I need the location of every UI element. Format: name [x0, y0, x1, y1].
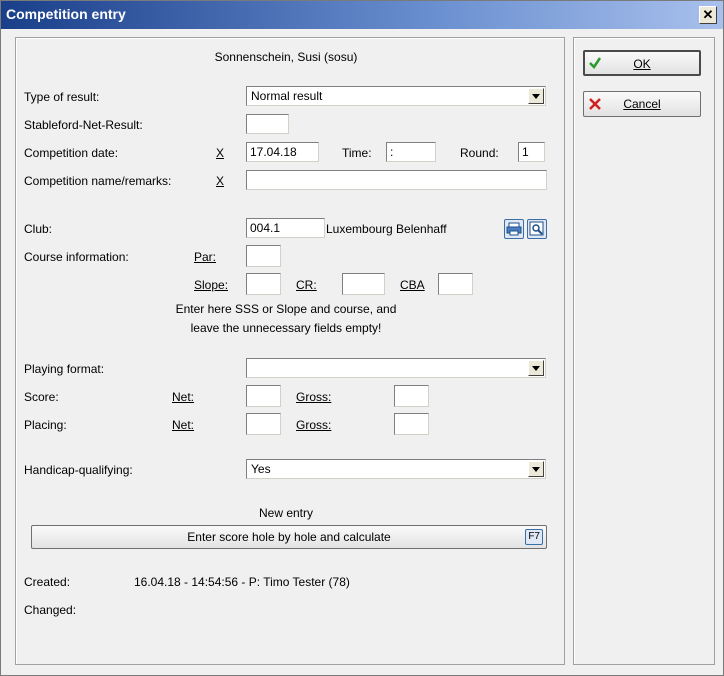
competition-date-marker[interactable]: X — [216, 146, 224, 160]
playing-format-select[interactable] — [246, 358, 546, 378]
stableford-label: Stableford-Net-Result: — [24, 118, 143, 132]
actions-panel: OK Cancel — [573, 37, 715, 665]
round-label: Round: — [460, 146, 499, 160]
printer-icon — [506, 222, 522, 236]
time-label: Time: — [342, 146, 372, 160]
cr-input[interactable] — [342, 273, 385, 295]
search-club-button[interactable] — [527, 219, 547, 239]
form-panel: Sonnenschein, Susi (sosu) Type of result… — [15, 37, 565, 665]
competition-name-label: Competition name/remarks: — [24, 174, 172, 188]
score-gross-input[interactable] — [394, 385, 429, 407]
competition-date-label: Competition date: — [24, 146, 119, 160]
cba-label: CBA — [400, 278, 425, 292]
close-icon: ✕ — [702, 7, 714, 22]
handicap-qualifying-value: Yes — [251, 462, 271, 476]
competition-name-marker[interactable]: X — [216, 174, 224, 188]
time-input[interactable]: : — [386, 142, 436, 162]
checkmark-icon — [589, 57, 602, 69]
playing-format-label: Playing format: — [24, 362, 105, 376]
title-bar: Competition entry ✕ — [1, 1, 723, 29]
cancel-button[interactable]: Cancel — [583, 91, 701, 117]
changed-label: Changed: — [24, 603, 77, 617]
enter-score-button[interactable]: Enter score hole by hole and calculate F… — [31, 525, 547, 549]
placing-label: Placing: — [24, 418, 67, 432]
club-name: Luxembourg Belenhaff — [326, 222, 447, 236]
type-of-result-value: Normal result — [251, 89, 323, 103]
hint-line-1: Enter here SSS or Slope and course, and — [175, 302, 397, 316]
score-label: Score: — [24, 390, 59, 404]
handicap-qualifying-label: Handicap-qualifying: — [24, 463, 133, 477]
new-entry-label: New entry — [258, 506, 314, 520]
ok-label: OK — [633, 57, 651, 71]
type-of-result-select[interactable]: Normal result — [246, 86, 546, 106]
type-of-result-label: Type of result: — [24, 90, 100, 104]
handicap-qualifying-select[interactable]: Yes — [246, 459, 546, 479]
par-input[interactable] — [246, 245, 281, 267]
competition-entry-window: Competition entry ✕ Sonnenschein, Susi (… — [0, 0, 724, 676]
chevron-down-icon[interactable] — [528, 461, 544, 477]
player-name: Sonnenschein, Susi (sosu) — [214, 50, 358, 64]
stableford-input[interactable] — [246, 114, 289, 134]
ok-button[interactable]: OK — [583, 50, 701, 76]
slope-input[interactable] — [246, 273, 281, 295]
cba-input[interactable] — [438, 273, 473, 295]
round-input[interactable]: 1 — [518, 142, 545, 162]
f7-shortcut-badge: F7 — [525, 529, 543, 545]
chevron-down-icon[interactable] — [528, 360, 544, 376]
slope-label: Slope: — [194, 278, 229, 292]
cancel-icon — [589, 98, 601, 110]
score-gross-label: Gross: — [296, 390, 332, 404]
created-label: Created: — [24, 575, 71, 589]
created-value: 16.04.18 - 14:54:56 - P: Timo Tester (78… — [134, 575, 350, 589]
club-label: Club: — [24, 222, 53, 236]
score-net-label: Net: — [172, 390, 195, 404]
enter-score-label: Enter score hole by hole and calculate — [187, 530, 391, 544]
close-button[interactable]: ✕ — [699, 6, 717, 24]
placing-gross-label: Gross: — [296, 418, 332, 432]
score-net-input[interactable] — [246, 385, 281, 407]
cancel-label: Cancel — [623, 97, 661, 111]
competition-name-input[interactable] — [246, 170, 547, 190]
window-title: Competition entry — [6, 6, 126, 22]
hint-line-2: leave the unnecessary fields empty! — [190, 321, 382, 335]
print-button[interactable] — [504, 219, 524, 239]
par-label: Par: — [194, 250, 217, 264]
club-code-input[interactable]: 004.1 — [246, 218, 325, 238]
placing-gross-input[interactable] — [394, 413, 429, 435]
placing-net-label: Net: — [172, 418, 195, 432]
course-info-label: Course information: — [24, 250, 129, 264]
placing-net-input[interactable] — [246, 413, 281, 435]
chevron-down-icon[interactable] — [528, 88, 544, 104]
competition-date-input[interactable]: 17.04.18 — [246, 142, 319, 162]
cr-label: CR: — [296, 278, 317, 292]
search-icon — [529, 221, 544, 236]
